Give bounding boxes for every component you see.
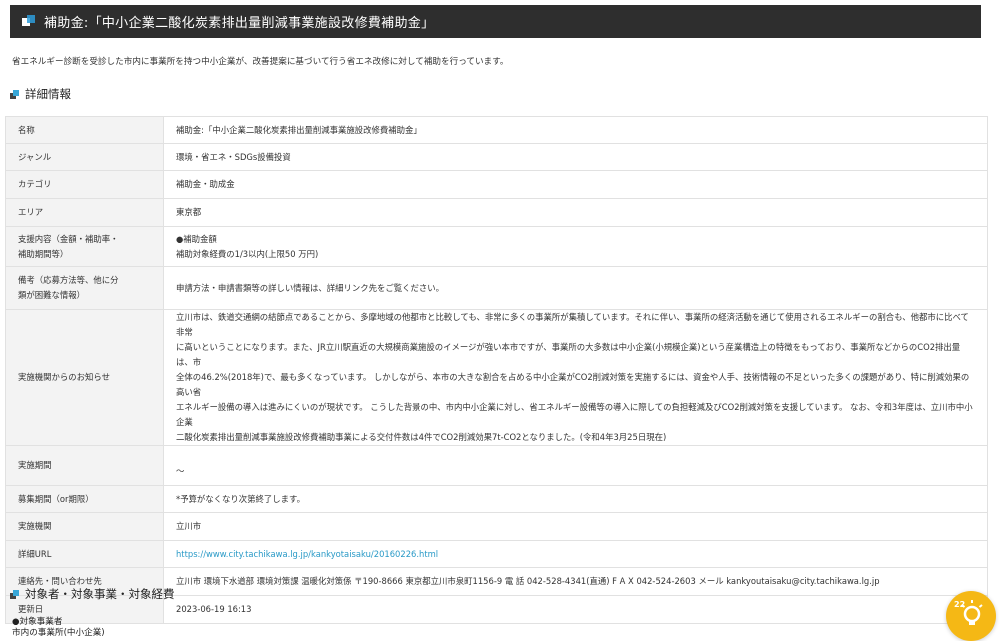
- row-value-line: 立川市は、鉄道交通網の結節点であることから、多摩地域の他都市と比較しても、非常に…: [176, 312, 969, 337]
- page-title: 補助金:「中小企業二酸化炭素排出量削減事業施設改修費補助金」: [44, 16, 435, 31]
- row-label-line: 詳細URL: [18, 548, 52, 559]
- lightbulb-icon: [961, 600, 983, 625]
- row-label-line: 類が困難な情報）: [18, 290, 85, 300]
- row-value: 立川市 環境下水道部 環境対策課 温暖化対策係 〒190-8666 東京都立川市…: [163, 567, 988, 596]
- row-label-line: 備考（応募方法等、他に分: [18, 275, 119, 285]
- row-value-line: に高いということになります。また、JR立川駅直近の大規模商業施設のイメージが強い…: [176, 342, 961, 367]
- target-line: ●対象事業者: [12, 617, 63, 627]
- row-value-line: 補助金・助成金: [176, 179, 235, 189]
- row-label: 名称: [5, 116, 164, 144]
- detail-table: 名称 補助金:「中小企業二酸化炭素排出量削減事業施設改修費補助金」ジャンル 環境・省…: [5, 116, 988, 624]
- row-label: 備考（応募方法等、他に分 類が困難な情報）: [5, 266, 164, 310]
- row-value: 補助金:「中小企業二酸化炭素排出量削減事業施設改修費補助金」: [163, 116, 988, 144]
- title-square-icon: [22, 14, 36, 29]
- table-row: エリア 東京都: [5, 198, 988, 227]
- row-label: 支援内容（金額・補助率・ 補助期間等）: [5, 226, 164, 267]
- row-value-line: 補助対象経費の1/3以内(上限50 万円): [176, 248, 319, 259]
- row-value: 立川市: [163, 512, 988, 541]
- row-value-line: ～: [176, 466, 185, 476]
- row-value-line: 全体の46.2%(2018年)で、最も多くなっています。 しかしながら、本市の大…: [176, 372, 970, 397]
- row-value-line: 申請方法・申請書類等の詳しい情報は、詳細リンク先をご覧ください。: [176, 282, 444, 293]
- row-label-line: 補助期間等）: [18, 248, 69, 259]
- row-value-line: エネルギー設備の導入は進みにくいのが現状です。 こうした背景の中、市内中小企業に…: [176, 402, 973, 427]
- row-value: 立川市は、鉄道交通網の結節点であることから、多摩地域の他都市と比較しても、非常に…: [163, 309, 988, 446]
- detail-url-link[interactable]: https://www.city.tachikawa.lg.jp/kankyot…: [176, 549, 438, 559]
- row-label-line: 実施機関: [18, 521, 52, 531]
- section-square-icon: [10, 89, 19, 99]
- table-row: 詳細URL https://www.city.tachikawa.lg.jp/ka…: [5, 540, 988, 568]
- row-value-line: 二酸化炭素排出量削減事業施設改修費補助事業による交付件数は4件でCO2削減効果7…: [176, 432, 667, 442]
- row-label-line: 実施機関からのお知らせ: [18, 372, 110, 382]
- row-value-line: 補助金:「中小企業二酸化炭素排出量削減事業施設改修費補助金」: [176, 124, 422, 135]
- table-row: 実施期間 ～: [5, 445, 988, 486]
- row-label: 詳細URL: [5, 540, 164, 568]
- table-row: 備考（応募方法等、他に分 類が困難な情報） 申請方法・申請書類等の詳しい情報は、詳細…: [5, 266, 988, 310]
- row-value: ～: [163, 445, 988, 486]
- target-line: 市内の事業所(中小企業): [12, 628, 105, 638]
- intro-text: 省エネルギー診断を受診した市内に事業所を持つ中小企業が、改善提案に基づいて行う省…: [12, 57, 509, 67]
- section-title: 対象者・対象事業・対象経費: [25, 587, 175, 601]
- row-value: https://www.city.tachikawa.lg.jp/kankyot…: [163, 540, 988, 568]
- row-value: 補助金・助成金: [163, 170, 988, 199]
- row-label-line: 名称: [18, 124, 35, 135]
- row-value: 2023-06-19 16:13: [163, 595, 988, 624]
- row-label-line: 支援内容（金額・補助率・: [18, 233, 119, 244]
- table-row: 支援内容（金額・補助率・ 補助期間等） ●補助金額 補助対象経費の1/3以内(上限50…: [5, 226, 988, 267]
- notification-badge[interactable]: 22: [946, 591, 996, 641]
- row-value-line: ●補助金額: [176, 233, 217, 244]
- table-row: 実施機関 立川市: [5, 512, 988, 541]
- row-value-line: *予算がなくなり次第終了します。: [176, 493, 305, 504]
- row-value: 環境・省エネ・SDGs設備投資: [163, 143, 988, 171]
- row-label-line: 更新日: [18, 604, 44, 614]
- section-heading-detail: 詳細情報: [10, 86, 71, 102]
- row-label: 募集期間（or期限）: [5, 485, 164, 513]
- row-label-line: カテゴリ: [18, 179, 52, 189]
- section-title: 詳細情報: [25, 87, 71, 101]
- row-value-line: 環境・省エネ・SDGs設備投資: [176, 151, 291, 162]
- section-heading-target: 対象者・対象事業・対象経費: [10, 586, 175, 602]
- row-label-line: 募集期間（or期限）: [18, 493, 94, 504]
- table-row: カテゴリ 補助金・助成金: [5, 170, 988, 199]
- row-label: ジャンル: [5, 143, 164, 171]
- page-title-bar: 補助金:「中小企業二酸化炭素排出量削減事業施設改修費補助金」: [10, 5, 981, 38]
- row-value-line: 立川市 環境下水道部 環境対策課 温暖化対策係 〒190-8666 東京都立川市…: [176, 576, 880, 586]
- table-row: ジャンル 環境・省エネ・SDGs設備投資: [5, 143, 988, 171]
- row-label-line: エリア: [18, 207, 44, 217]
- row-label: カテゴリ: [5, 170, 164, 199]
- row-value-line: 東京都: [176, 207, 202, 217]
- section-square-icon: [10, 589, 19, 599]
- row-label: 実施機関からのお知らせ: [5, 309, 164, 446]
- row-value-line: 2023-06-19 16:13: [176, 604, 252, 614]
- row-label: 実施期間: [5, 445, 164, 486]
- table-row: 名称 補助金:「中小企業二酸化炭素排出量削減事業施設改修費補助金」: [5, 116, 988, 144]
- row-label-line: 実施期間: [18, 460, 52, 470]
- row-value-line: 立川市: [176, 521, 202, 531]
- target-content: ●対象事業者 市内の事業所(中小企業): [12, 617, 105, 639]
- table-row: 募集期間（or期限） *予算がなくなり次第終了します。: [5, 485, 988, 513]
- table-row: 実施機関からのお知らせ 立川市は、鉄道交通網の結節点であることから、多摩地域の他都…: [5, 309, 988, 446]
- row-value: 東京都: [163, 198, 988, 227]
- row-value: *予算がなくなり次第終了します。: [163, 485, 988, 513]
- row-value: 申請方法・申請書類等の詳しい情報は、詳細リンク先をご覧ください。: [163, 266, 988, 310]
- row-value: ●補助金額補助対象経費の1/3以内(上限50 万円): [163, 226, 988, 267]
- row-label: 実施機関: [5, 512, 164, 541]
- row-label-line: ジャンル: [18, 151, 52, 162]
- row-label: エリア: [5, 198, 164, 227]
